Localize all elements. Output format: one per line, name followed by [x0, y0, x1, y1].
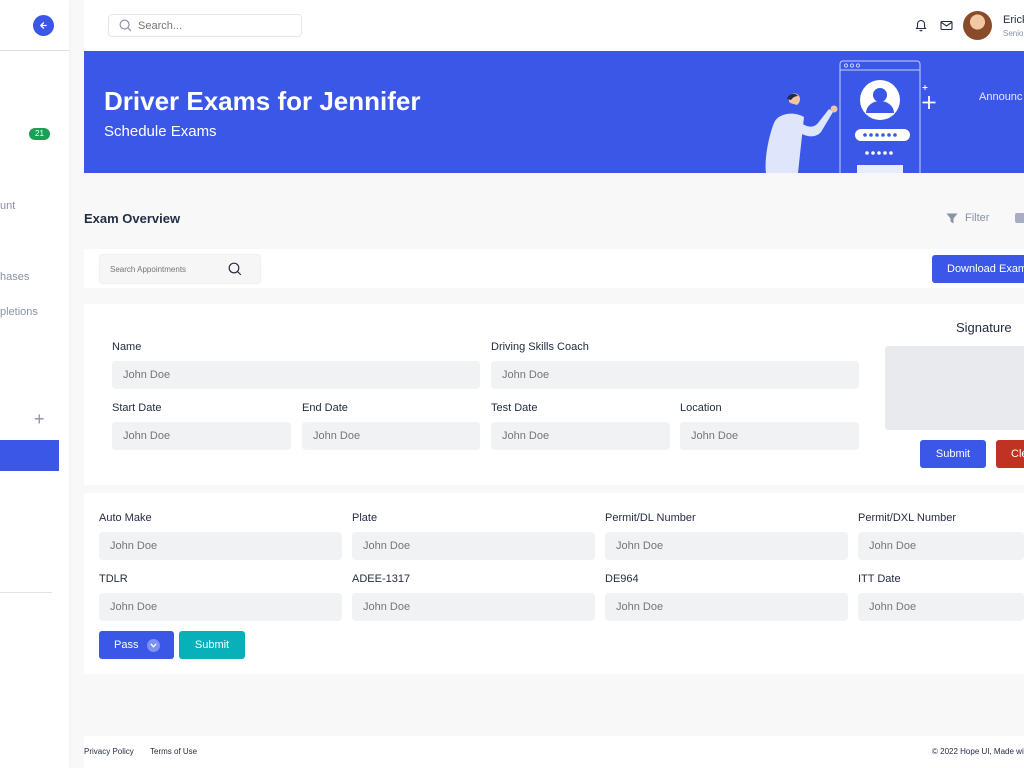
search-input[interactable] — [138, 19, 288, 32]
pass-label: Pass — [114, 639, 139, 651]
field-label-plate: Plate — [352, 512, 378, 524]
toolbar-panel: Download Exam — [84, 249, 1024, 288]
chevron-down-icon — [147, 638, 161, 652]
de964-field[interactable] — [605, 593, 848, 621]
field-label-coach: Driving Skills Coach — [491, 341, 589, 353]
copyright-text: © 2022 Hope UI, Made with — [932, 747, 1024, 756]
field-label-de964: DE964 — [605, 573, 639, 585]
field-label-permit-dl: Permit/DL Number — [605, 512, 696, 524]
field-label-tdlr: TDLR — [99, 573, 128, 585]
field-label-start-date: Start Date — [112, 402, 162, 414]
sidebar-item-account[interactable]: unt — [0, 200, 15, 212]
privacy-policy-link[interactable]: Privacy Policy — [84, 747, 134, 756]
search-icon — [228, 262, 242, 276]
itt-date-field[interactable] — [858, 593, 1024, 621]
sidebar: 21 unt hases pletions + — [0, 0, 69, 768]
page-title: Driver Exams for Jennifer — [104, 86, 421, 116]
notification-badge: 21 — [29, 128, 50, 140]
user-role: Senio — [1003, 29, 1024, 38]
sidebar-active-item[interactable] — [0, 440, 59, 471]
start-date-field[interactable] — [112, 422, 291, 450]
exam-details-card: Name Driving Skills Coach Start Date End… — [84, 304, 1024, 485]
sidebar-divider — [0, 50, 69, 51]
plate-field[interactable] — [352, 532, 595, 560]
signature-pad[interactable] — [885, 346, 1024, 430]
search-box[interactable] — [108, 14, 302, 37]
filter-icon — [946, 213, 958, 223]
search-icon — [119, 19, 132, 32]
field-label-permit-dxl: Permit/DXL Number — [858, 512, 957, 524]
appointment-search[interactable] — [99, 254, 261, 284]
signature-submit-button[interactable]: Submit — [920, 440, 986, 468]
end-date-field[interactable] — [302, 422, 480, 450]
hero-banner: Driver Exams for Jennifer Schedule Exams… — [84, 51, 1024, 173]
coach-field[interactable] — [491, 361, 859, 389]
field-label-location: Location — [680, 402, 722, 414]
auto-make-field[interactable] — [99, 532, 342, 560]
user-name: Erick — [1003, 14, 1024, 26]
top-navbar: Erick Senio — [84, 0, 1024, 51]
plus-icon[interactable]: + — [34, 410, 45, 428]
filter-button[interactable]: Filter — [946, 212, 989, 224]
field-label-test-date: Test Date — [491, 402, 538, 414]
footer: Privacy Policy Terms of Use © 2022 Hope … — [84, 736, 1024, 768]
mail-icon[interactable] — [939, 18, 953, 32]
section-title: Exam Overview — [84, 211, 181, 226]
field-label-name: Name — [112, 341, 142, 353]
announcement-link[interactable]: Announc — [979, 91, 1022, 103]
banner-illustration — [765, 60, 936, 173]
field-label-end-date: End Date — [302, 402, 348, 414]
name-field[interactable] — [112, 361, 480, 389]
appointment-search-input[interactable] — [110, 264, 228, 274]
field-label-adee: ADEE-1317 — [352, 573, 411, 585]
vehicle-details-card: Auto Make Plate Permit/DL Number Permit/… — [84, 493, 1024, 674]
page-subtitle: Schedule Exams — [104, 123, 217, 140]
avatar[interactable] — [963, 11, 992, 40]
sidebar-item-purchases[interactable]: hases — [0, 271, 29, 283]
field-label-auto-make: Auto Make — [99, 512, 152, 524]
signature-clear-button[interactable]: Clear — [996, 440, 1024, 468]
sidebar-toggle-button[interactable] — [33, 15, 54, 36]
permit-dl-field[interactable] — [605, 532, 848, 560]
sidebar-divider-bottom — [0, 592, 52, 593]
location-field[interactable] — [680, 422, 859, 450]
test-date-field[interactable] — [491, 422, 670, 450]
download-exam-button[interactable]: Download Exam — [932, 255, 1024, 283]
terms-of-use-link[interactable]: Terms of Use — [150, 747, 197, 756]
pass-dropdown-button[interactable]: Pass — [99, 631, 174, 659]
bell-icon[interactable] — [914, 18, 928, 32]
arrow-left-icon — [40, 22, 47, 29]
tdlr-field[interactable] — [99, 593, 342, 621]
permit-dxl-field[interactable] — [858, 532, 1024, 560]
chart-icon[interactable] — [1015, 213, 1024, 223]
filter-label: Filter — [965, 212, 990, 224]
adee-field[interactable] — [352, 593, 595, 621]
field-label-itt-date: ITT Date — [858, 573, 901, 585]
submit-button[interactable]: Submit — [179, 631, 245, 659]
signature-title: Signature — [956, 320, 1012, 335]
sidebar-item-completions[interactable]: pletions — [0, 306, 38, 318]
